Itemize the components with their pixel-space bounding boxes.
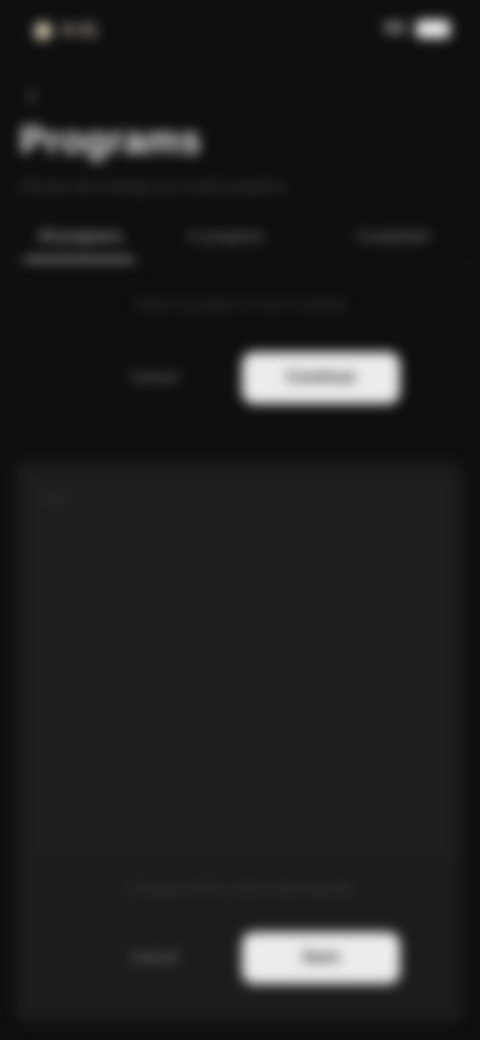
network-label: 5G bbox=[384, 20, 406, 37]
bottom-panel-message: Changes will be saved automatically bbox=[127, 880, 353, 896]
tab-bar: All programs In progress Completed bbox=[0, 222, 480, 262]
status-bar: 9:41 5G bbox=[0, 0, 480, 60]
top-cancel-button[interactable]: Cancel bbox=[94, 360, 214, 396]
status-right: 5G bbox=[385, 20, 450, 38]
page-title: Programs bbox=[20, 120, 202, 162]
content-card-marker bbox=[46, 494, 64, 500]
screen: 9:41 5G ‹ Programs Browse and manage you… bbox=[0, 0, 480, 1040]
tab-divider bbox=[0, 262, 480, 263]
tab-active-indicator bbox=[24, 258, 134, 261]
battery-icon bbox=[416, 20, 450, 38]
top-panel-message: Select a program to see its details bbox=[134, 296, 346, 312]
content-card-body bbox=[32, 480, 452, 856]
bottom-cancel-button[interactable]: Cancel bbox=[94, 940, 214, 976]
status-dot-icon bbox=[34, 21, 52, 40]
back-button[interactable]: ‹ bbox=[28, 84, 46, 106]
tab-all-programs[interactable]: All programs bbox=[38, 228, 122, 245]
chevron-left-icon: ‹ bbox=[28, 82, 36, 107]
tab-in-progress[interactable]: In progress bbox=[188, 228, 263, 245]
page-subtitle: Browse and manage your saved programs bbox=[22, 178, 286, 194]
status-left: 9:41 bbox=[34, 20, 98, 41]
top-continue-button[interactable]: Continue bbox=[242, 352, 400, 404]
status-time: 9:41 bbox=[62, 20, 99, 40]
tab-completed[interactable]: Completed bbox=[356, 228, 429, 245]
bottom-save-button[interactable]: Save bbox=[242, 932, 400, 984]
